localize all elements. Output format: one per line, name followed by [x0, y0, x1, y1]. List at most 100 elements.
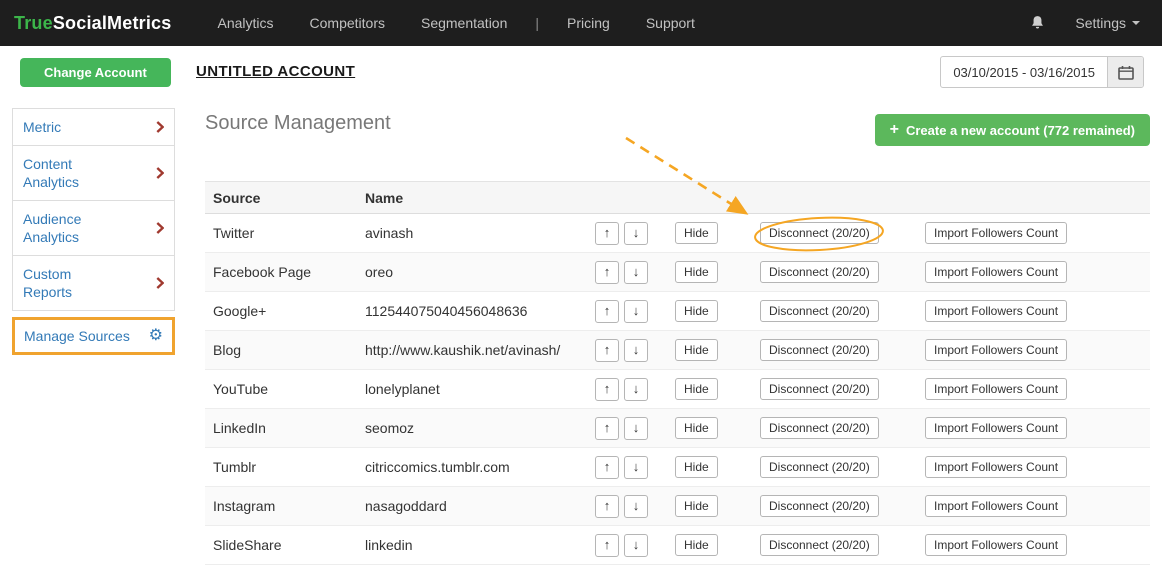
- create-account-button[interactable]: + Create a new account (772 remained): [875, 114, 1150, 146]
- logo-text-rest: SocialMetrics: [53, 13, 172, 33]
- topbar-right: Settings: [1030, 15, 1140, 31]
- nav-support[interactable]: Support: [628, 15, 713, 31]
- disconnect-button[interactable]: Disconnect (20/20): [760, 417, 879, 439]
- hide-button[interactable]: Hide: [675, 456, 718, 478]
- move-up-button[interactable]: ↑: [595, 222, 619, 245]
- row-source: YouTube: [205, 381, 365, 397]
- chevron-right-icon: [156, 277, 164, 289]
- disconnect-button[interactable]: Disconnect (20/20): [760, 534, 879, 556]
- table-body: Twitter avinash ↑ ↓ Hide Disconnect (20/…: [205, 214, 1150, 565]
- table-row: Tumblr citriccomics.tumblr.com ↑ ↓ Hide …: [205, 448, 1150, 487]
- move-down-button[interactable]: ↓: [624, 456, 648, 479]
- import-followers-button[interactable]: Import Followers Count: [925, 222, 1067, 244]
- move-down-button[interactable]: ↓: [624, 222, 648, 245]
- move-down-button[interactable]: ↓: [624, 300, 648, 323]
- sidebar-item-label: Audience Analytics: [23, 210, 123, 246]
- table-row: Blog http://www.kaushik.net/avinash/ ↑ ↓…: [205, 331, 1150, 370]
- hide-button[interactable]: Hide: [675, 300, 718, 322]
- row-name: citriccomics.tumblr.com: [365, 459, 595, 475]
- topbar: TrueSocialMetrics Analytics Competitors …: [0, 0, 1162, 46]
- move-up-button[interactable]: ↑: [595, 456, 619, 479]
- disconnect-button[interactable]: Disconnect (20/20): [760, 222, 879, 244]
- disconnect-button[interactable]: Disconnect (20/20): [760, 456, 879, 478]
- disconnect-button[interactable]: Disconnect (20/20): [760, 339, 879, 361]
- import-followers-button[interactable]: Import Followers Count: [925, 456, 1067, 478]
- date-range-value: 03/10/2015 - 03/16/2015: [941, 57, 1107, 87]
- create-account-label: Create a new account (772 remained): [906, 123, 1135, 138]
- settings-menu[interactable]: Settings: [1075, 15, 1140, 31]
- move-up-button[interactable]: ↑: [595, 261, 619, 284]
- move-up-button[interactable]: ↑: [595, 378, 619, 401]
- settings-label: Settings: [1075, 15, 1126, 31]
- sidebar-item-label: Custom Reports: [23, 265, 123, 301]
- app-logo[interactable]: TrueSocialMetrics: [14, 13, 171, 34]
- move-down-button[interactable]: ↓: [624, 534, 648, 557]
- sidebar-item-label: Content Analytics: [23, 155, 123, 191]
- sidebar-item-manage-sources[interactable]: Manage Sources ⚙: [12, 317, 175, 355]
- move-up-button[interactable]: ↑: [595, 495, 619, 518]
- sidebar-item-content-analytics[interactable]: Content Analytics: [13, 146, 174, 201]
- hide-button[interactable]: Hide: [675, 534, 718, 556]
- nav-competitors[interactable]: Competitors: [292, 15, 403, 31]
- account-title: UNTITLED ACCOUNT: [196, 63, 355, 80]
- hide-button[interactable]: Hide: [675, 261, 718, 283]
- disconnect-button[interactable]: Disconnect (20/20): [760, 495, 879, 517]
- disconnect-button[interactable]: Disconnect (20/20): [760, 261, 879, 283]
- hide-button[interactable]: Hide: [675, 495, 718, 517]
- nav-pricing[interactable]: Pricing: [549, 15, 628, 31]
- sidebar-group: Metric Content Analytics Audience Analyt…: [12, 108, 175, 311]
- hide-button[interactable]: Hide: [675, 339, 718, 361]
- move-up-button[interactable]: ↑: [595, 534, 619, 557]
- move-up-button[interactable]: ↑: [595, 417, 619, 440]
- import-followers-button[interactable]: Import Followers Count: [925, 300, 1067, 322]
- sidebar-item-custom-reports[interactable]: Custom Reports: [13, 256, 174, 310]
- move-up-button[interactable]: ↑: [595, 339, 619, 362]
- calendar-button[interactable]: [1107, 57, 1143, 87]
- table-row: Instagram nasagoddard ↑ ↓ Hide Disconnec…: [205, 487, 1150, 526]
- row-source: Google+: [205, 303, 365, 319]
- logo-text-green: True: [14, 13, 53, 33]
- page-title: Source Management: [205, 112, 391, 135]
- hide-button[interactable]: Hide: [675, 417, 718, 439]
- move-up-button[interactable]: ↑: [595, 300, 619, 323]
- move-down-button[interactable]: ↓: [624, 417, 648, 440]
- import-followers-button[interactable]: Import Followers Count: [925, 378, 1067, 400]
- disconnect-button[interactable]: Disconnect (20/20): [760, 300, 879, 322]
- sidebar-item-metric[interactable]: Metric: [13, 109, 174, 146]
- notifications-bell-icon[interactable]: [1030, 15, 1045, 31]
- row-source: LinkedIn: [205, 420, 365, 436]
- table-row: SlideShare linkedin ↑ ↓ Hide Disconnect …: [205, 526, 1150, 565]
- import-followers-button[interactable]: Import Followers Count: [925, 261, 1067, 283]
- move-down-button[interactable]: ↓: [624, 378, 648, 401]
- row-source: Facebook Page: [205, 264, 365, 280]
- move-down-button[interactable]: ↓: [624, 339, 648, 362]
- hide-button[interactable]: Hide: [675, 378, 718, 400]
- row-name: lonelyplanet: [365, 381, 595, 397]
- chevron-down-icon: [1132, 21, 1140, 25]
- row-source: Instagram: [205, 498, 365, 514]
- import-followers-button[interactable]: Import Followers Count: [925, 534, 1067, 556]
- table-row: YouTube lonelyplanet ↑ ↓ Hide Disconnect…: [205, 370, 1150, 409]
- calendar-icon: [1118, 65, 1134, 80]
- sidebar-item-audience-analytics[interactable]: Audience Analytics: [13, 201, 174, 256]
- table-row: LinkedIn seomoz ↑ ↓ Hide Disconnect (20/…: [205, 409, 1150, 448]
- import-followers-button[interactable]: Import Followers Count: [925, 339, 1067, 361]
- move-down-button[interactable]: ↓: [624, 261, 648, 284]
- row-name: seomoz: [365, 420, 595, 436]
- nav-analytics[interactable]: Analytics: [199, 15, 291, 31]
- import-followers-button[interactable]: Import Followers Count: [925, 417, 1067, 439]
- top-navigation: Analytics Competitors Segmentation | Pri…: [199, 15, 712, 31]
- nav-divider: |: [525, 15, 549, 31]
- row-name: oreo: [365, 264, 595, 280]
- disconnect-button[interactable]: Disconnect (20/20): [760, 378, 879, 400]
- nav-segmentation[interactable]: Segmentation: [403, 15, 525, 31]
- chevron-right-icon: [156, 222, 164, 234]
- import-followers-button[interactable]: Import Followers Count: [925, 495, 1067, 517]
- row-name: linkedin: [365, 537, 595, 553]
- hide-button[interactable]: Hide: [675, 222, 718, 244]
- plus-icon: +: [890, 121, 899, 139]
- move-down-button[interactable]: ↓: [624, 495, 648, 518]
- date-range-picker[interactable]: 03/10/2015 - 03/16/2015: [940, 56, 1144, 88]
- row-source: SlideShare: [205, 537, 365, 553]
- change-account-button[interactable]: Change Account: [20, 58, 171, 87]
